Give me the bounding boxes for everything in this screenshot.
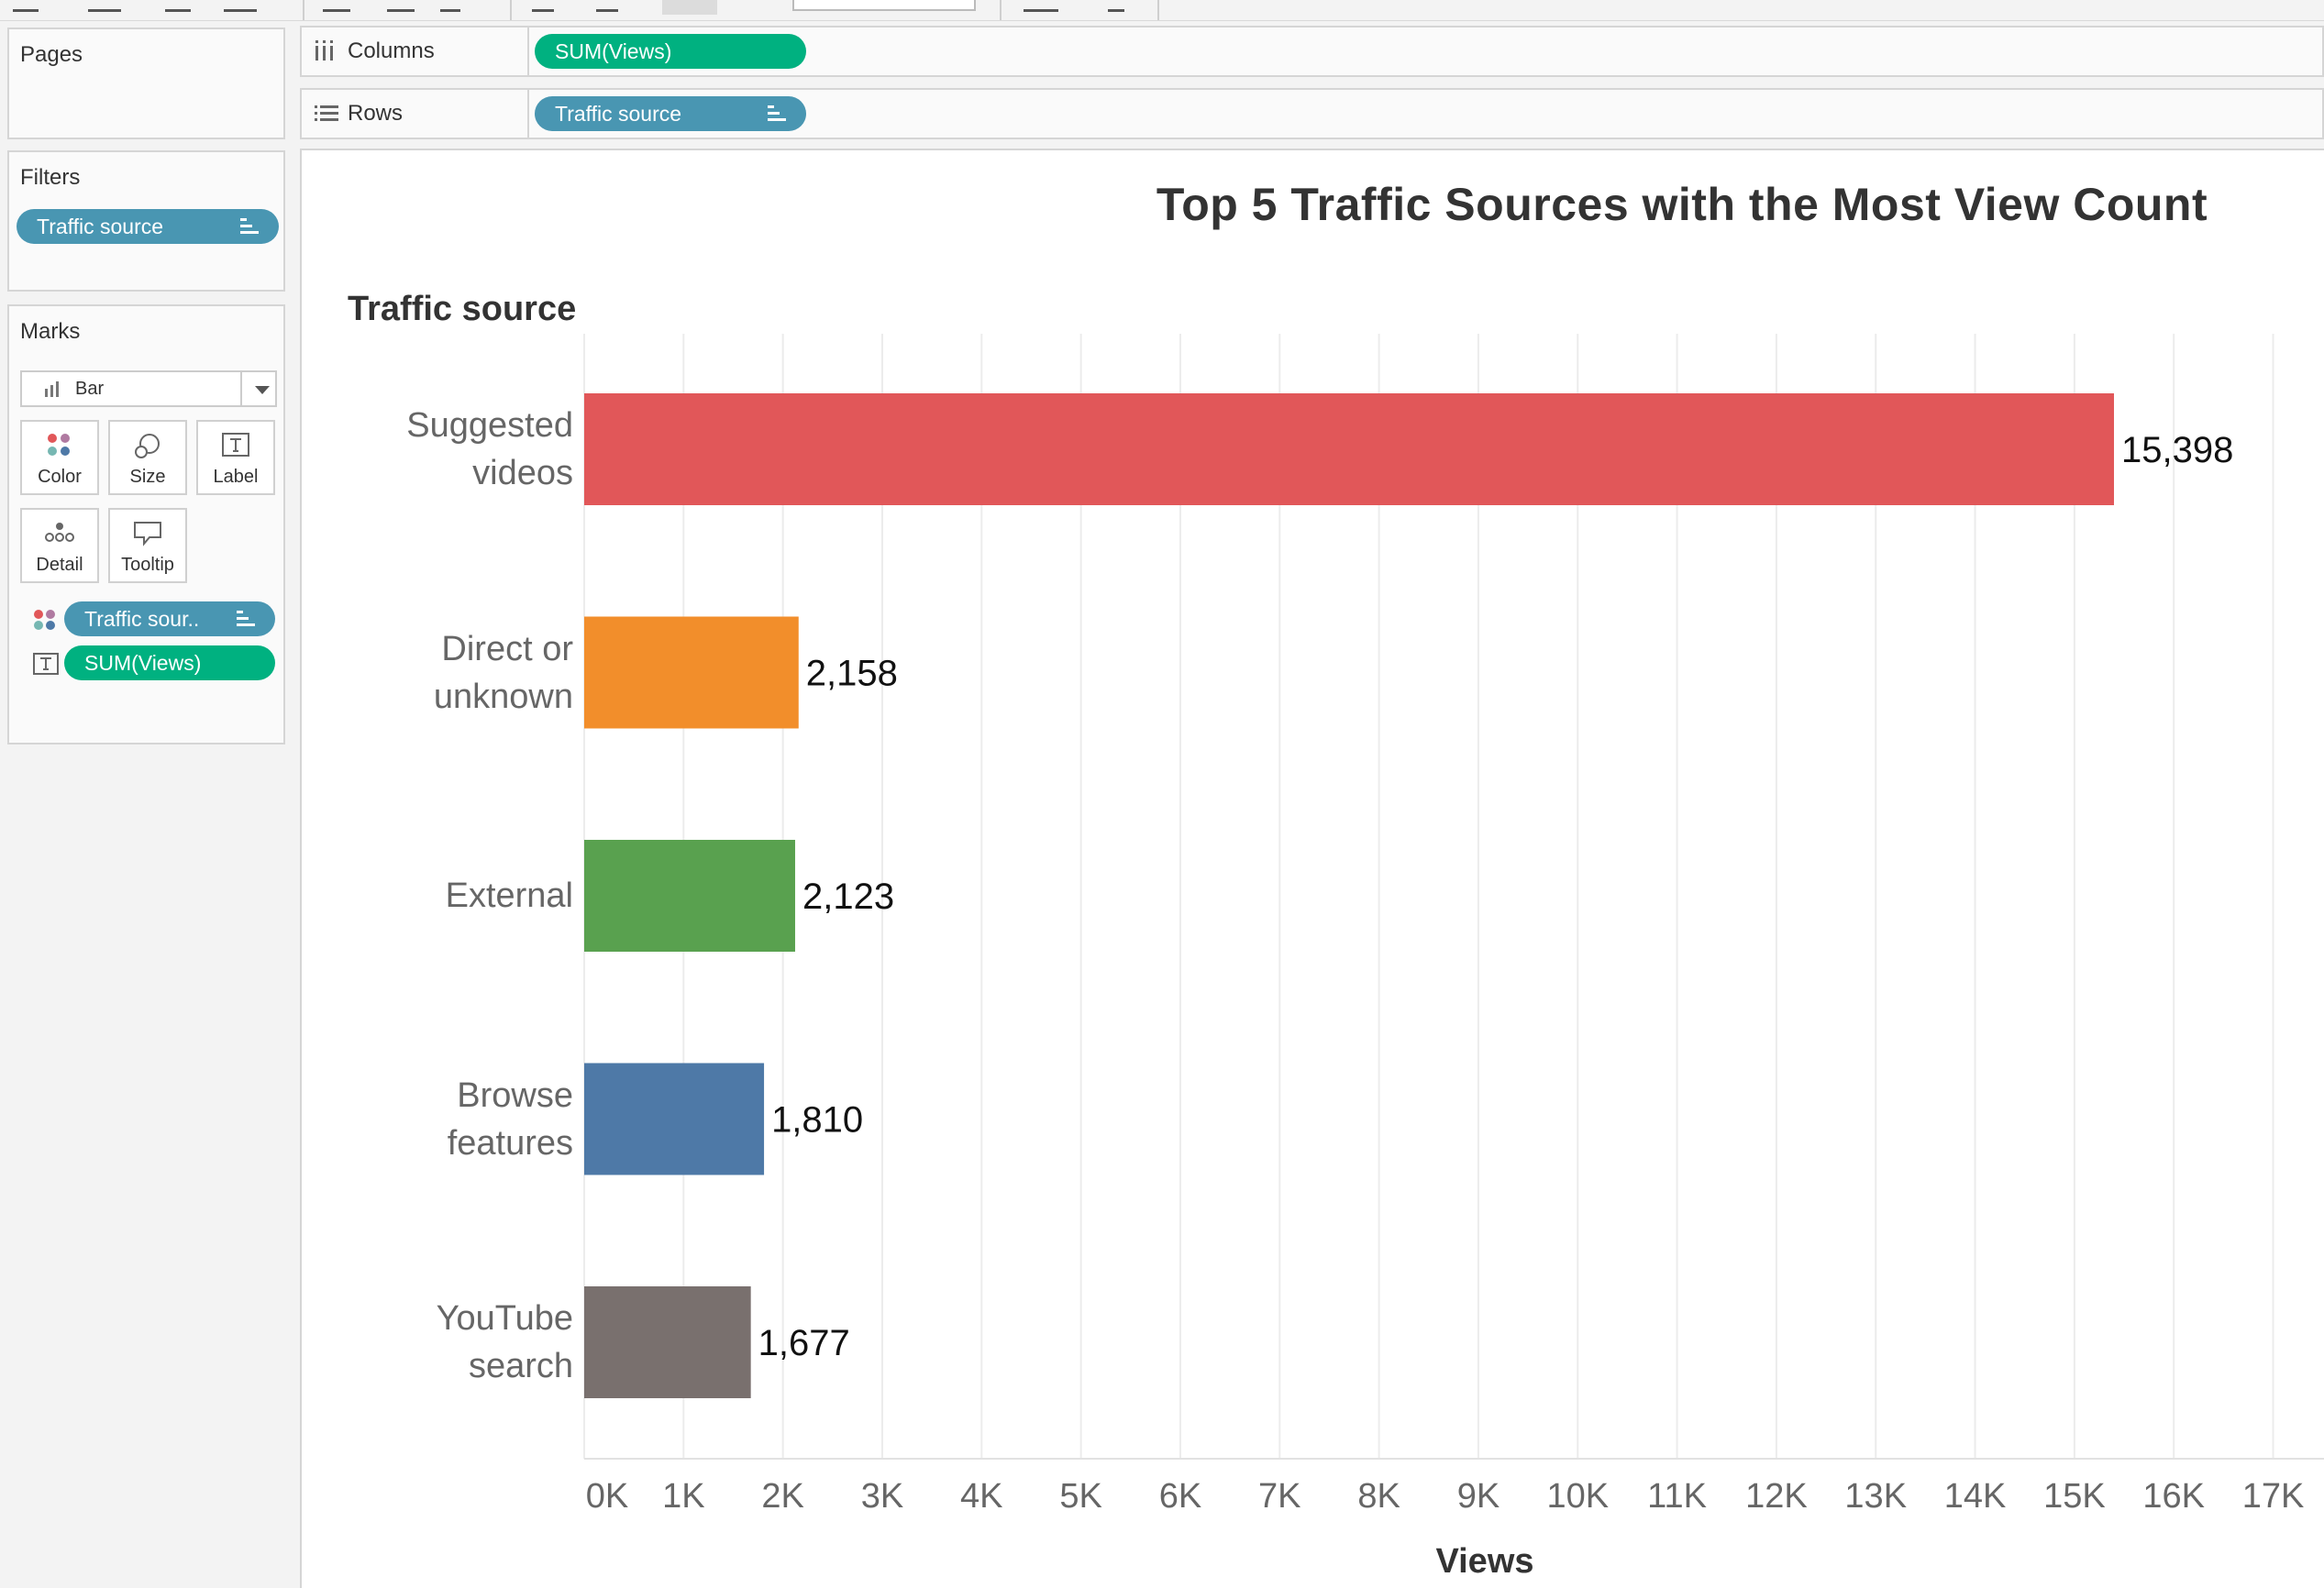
x-tick-label: 10K xyxy=(1546,1477,1609,1516)
pages-card[interactable]: Pages xyxy=(7,28,285,139)
columns-pill-label: SUM(Views) xyxy=(555,39,672,63)
shelf-divider xyxy=(527,28,529,75)
label-icon[interactable] xyxy=(532,0,554,12)
group-icon[interactable] xyxy=(440,0,460,12)
add-icon[interactable] xyxy=(13,0,39,12)
marks-pill-views-label: SUM(Views) xyxy=(84,651,202,675)
tooltip-button[interactable]: Tooltip xyxy=(108,508,187,583)
columns-label: Columns xyxy=(348,39,435,63)
size-button[interactable]: Size xyxy=(108,420,187,495)
tooltip-label: Tooltip xyxy=(121,555,174,575)
bar-chart-icon xyxy=(44,380,62,397)
marks-pill-traffic-source[interactable]: Traffic sour.. xyxy=(64,601,275,636)
x-tick-label: 0K xyxy=(586,1477,628,1516)
x-tick-label: 8K xyxy=(1357,1477,1400,1516)
marks-card[interactable]: Marks Bar Color Size Label Detail Toolti… xyxy=(7,304,285,744)
fit-dropdown[interactable] xyxy=(792,0,976,11)
toolbar-separator xyxy=(1000,0,1002,20)
fit-toggle-icon[interactable] xyxy=(662,0,717,15)
size-icon xyxy=(133,433,162,465)
toolbar-separator xyxy=(510,0,512,20)
bar[interactable] xyxy=(584,616,799,729)
mark-type-label: Bar xyxy=(75,379,105,399)
chevron-down-icon xyxy=(255,386,270,394)
x-tick-label: 12K xyxy=(1745,1477,1808,1516)
rows-shelf[interactable]: Rows Traffic source xyxy=(300,88,2324,139)
text-format-icon[interactable] xyxy=(1108,0,1124,12)
label-encoding-icon xyxy=(33,653,59,679)
highlight-icon[interactable] xyxy=(596,0,618,12)
toolbar xyxy=(0,0,2324,21)
x-tick-label: 15K xyxy=(2043,1477,2106,1516)
color-icon xyxy=(46,433,73,461)
toolbar-separator xyxy=(303,0,304,20)
bar[interactable] xyxy=(584,393,2114,505)
label-button[interactable]: Label xyxy=(196,420,275,495)
rows-pill-traffic-source[interactable]: Traffic source xyxy=(535,96,806,131)
sort-descending-icon xyxy=(237,611,255,627)
dropdown-divider xyxy=(240,372,242,405)
bar[interactable] xyxy=(584,1063,765,1175)
columns-shelf[interactable]: Columns SUM(Views) xyxy=(300,26,2324,77)
value-label: 1,810 xyxy=(771,1100,863,1141)
bar[interactable] xyxy=(584,1286,751,1398)
x-tick-label: 4K xyxy=(960,1477,1002,1516)
swap-icon[interactable] xyxy=(323,0,350,12)
filter-pill-label: Traffic source xyxy=(37,215,164,238)
sort-icon[interactable] xyxy=(387,0,415,12)
x-tick-label: 13K xyxy=(1844,1477,1907,1516)
value-label: 15,398 xyxy=(2121,430,2233,470)
new-worksheet-icon[interactable] xyxy=(88,0,121,12)
marks-title: Marks xyxy=(20,319,81,344)
value-label: 2,158 xyxy=(806,654,898,694)
x-tick-label: 5K xyxy=(1059,1477,1101,1516)
detail-label: Detail xyxy=(36,555,83,575)
x-tick-label: 6K xyxy=(1159,1477,1201,1516)
detail-button[interactable]: Detail xyxy=(20,508,99,583)
bar-chart: 0K 1K 2K 3K 4K 5K 6K 7K 8K 9K 10K 11K 12K 13K 14K 15K 16… xyxy=(583,334,2324,1516)
color-encoding-icon xyxy=(33,609,57,635)
show-cards-icon[interactable] xyxy=(1024,0,1058,12)
filter-pill-traffic-source[interactable]: Traffic source xyxy=(17,209,279,244)
toolbar-separator xyxy=(1157,0,1159,20)
value-label: 2,123 xyxy=(802,877,894,917)
x-axis-title: Views xyxy=(1435,1542,1534,1581)
label-label: Label xyxy=(213,467,259,487)
rows-icon xyxy=(315,105,338,127)
x-tick-label: 16K xyxy=(2142,1477,2205,1516)
value-label: 1,677 xyxy=(758,1323,850,1363)
x-tick-label: 1K xyxy=(662,1477,704,1516)
rows-label: Rows xyxy=(348,101,404,126)
chart-view[interactable]: Top 5 Traffic Sources with the Most View… xyxy=(300,149,2324,1588)
shelf-divider xyxy=(527,90,529,138)
tooltip-icon xyxy=(133,521,162,551)
rows-pill-label: Traffic source xyxy=(555,102,682,126)
bar[interactable] xyxy=(584,840,795,952)
columns-pill-sum-views[interactable]: SUM(Views) xyxy=(535,34,806,69)
marks-pill-sum-views[interactable]: SUM(Views) xyxy=(64,645,275,680)
x-tick-label: 3K xyxy=(861,1477,903,1516)
detail-icon xyxy=(44,521,75,549)
pages-title: Pages xyxy=(20,42,83,67)
marks-pill-traffic-label: Traffic sour.. xyxy=(84,607,200,631)
clear-sheet-icon[interactable] xyxy=(224,0,257,12)
x-tick-label: 2K xyxy=(761,1477,803,1516)
sort-descending-icon xyxy=(768,105,786,122)
sort-descending-icon xyxy=(240,218,259,235)
filters-card[interactable]: Filters Traffic source xyxy=(7,150,285,292)
filters-title: Filters xyxy=(20,165,81,190)
x-tick-label: 7K xyxy=(1258,1477,1300,1516)
x-tick-label: 9K xyxy=(1457,1477,1500,1516)
x-tick-label: 17K xyxy=(2242,1477,2305,1516)
duplicate-icon[interactable] xyxy=(165,0,191,12)
mark-type-dropdown[interactable]: Bar xyxy=(20,370,277,407)
color-label: Color xyxy=(38,467,82,487)
x-tick-label: 14K xyxy=(1944,1477,2007,1516)
x-tick-label: 11K xyxy=(1647,1477,1707,1516)
color-button[interactable]: Color xyxy=(20,420,99,495)
text-label-icon xyxy=(222,433,249,461)
columns-icon xyxy=(315,40,335,65)
size-label: Size xyxy=(129,467,166,487)
